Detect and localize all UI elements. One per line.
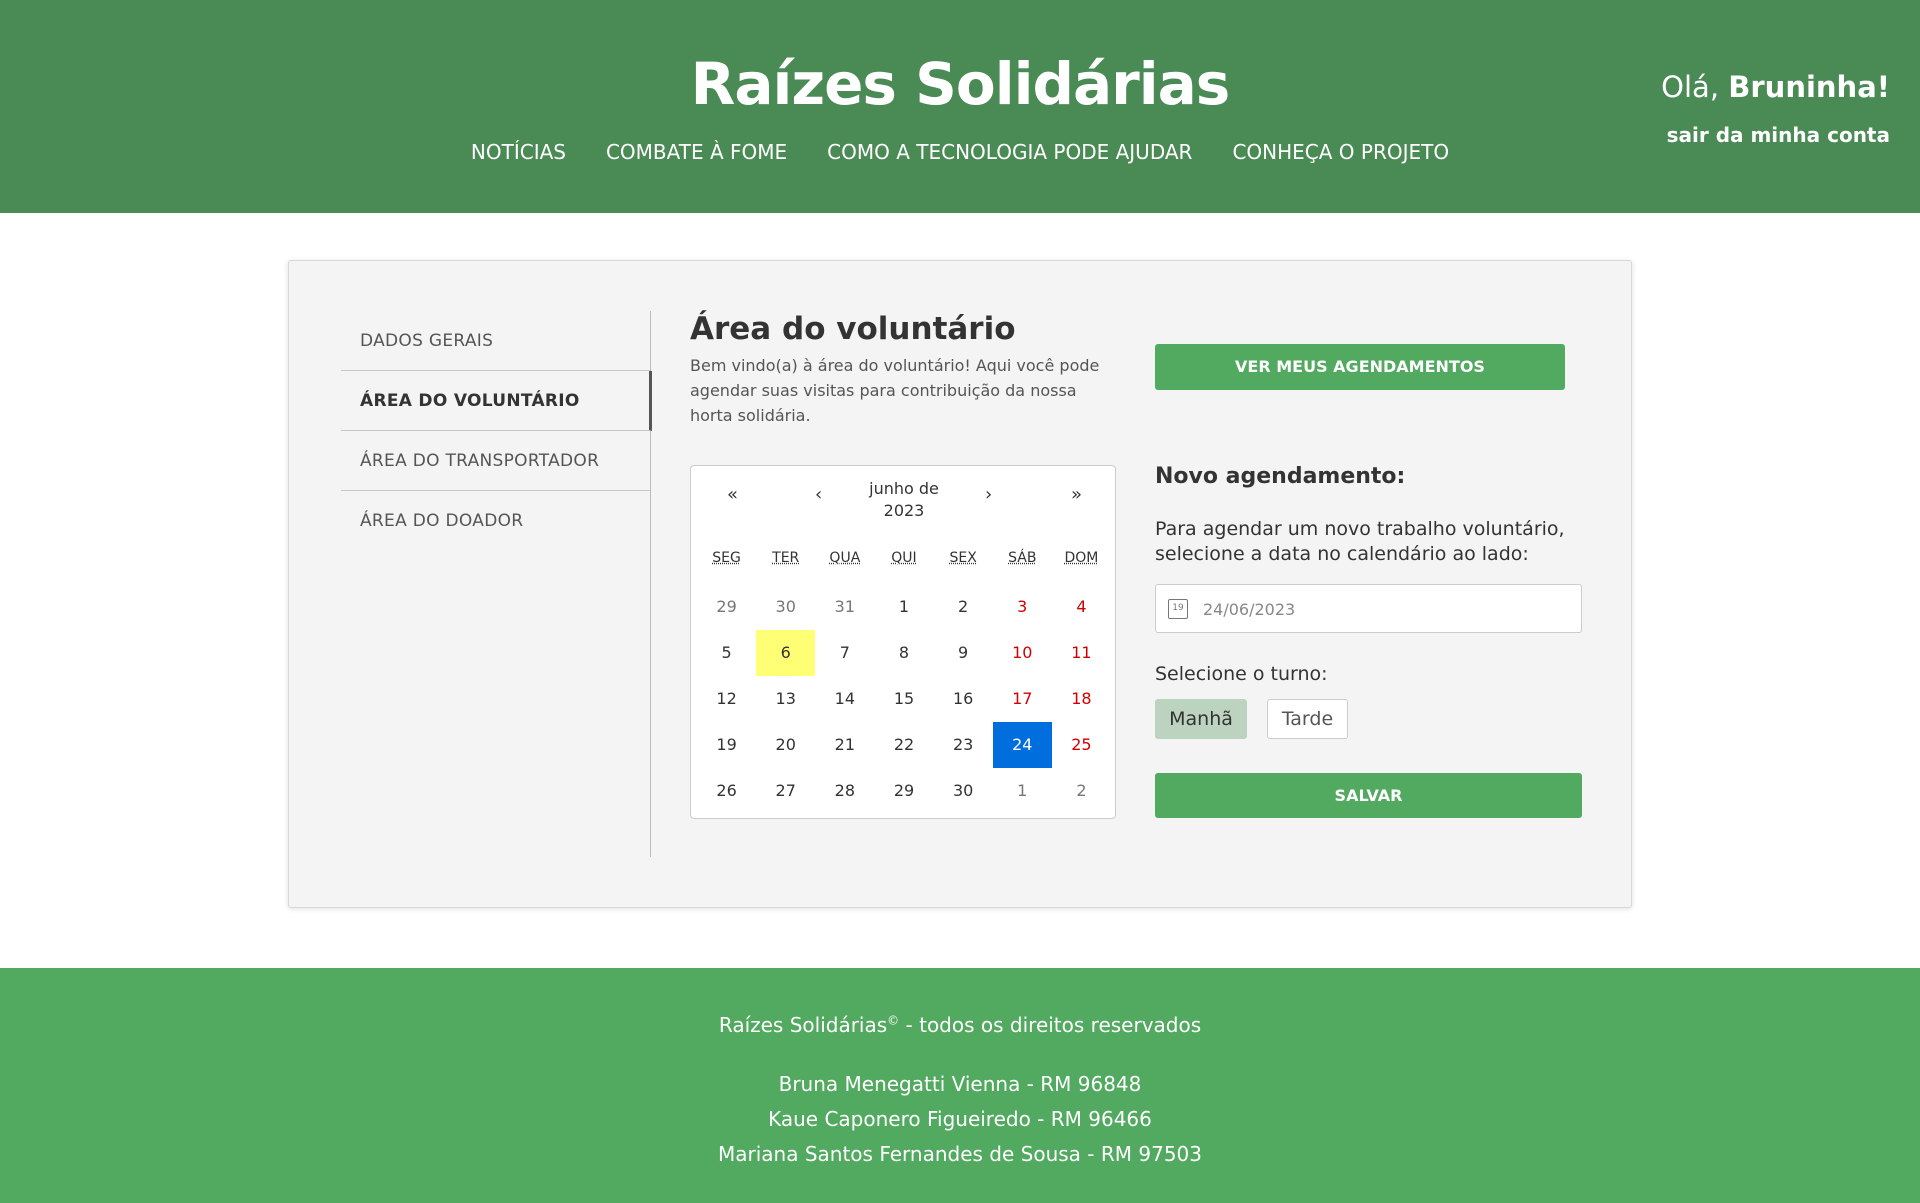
next-month-button[interactable]: › <box>985 484 992 505</box>
copyright-text: - todos os direitos reservados <box>899 1013 1202 1037</box>
calendar-day[interactable]: 12 <box>697 676 756 722</box>
calendar-week: 5 6 7 8 9 10 11 <box>697 630 1111 676</box>
weekday-label: QUA <box>829 550 861 566</box>
calendar-day[interactable]: 3 <box>993 584 1052 630</box>
nav-combate-fome[interactable]: COMBATE À FOME <box>606 140 787 164</box>
weekday-label: SEX <box>949 550 977 566</box>
calendar-day[interactable]: 19 <box>697 722 756 768</box>
calendar-day-today[interactable]: 6 <box>756 630 816 676</box>
calendar-day[interactable]: 29 <box>874 768 933 814</box>
save-button[interactable]: SALVAR <box>1155 773 1582 818</box>
calendar-day[interactable]: 13 <box>756 676 815 722</box>
greeting-prefix: Olá, <box>1661 70 1729 104</box>
weekday-label: SÁB <box>1008 550 1037 566</box>
volunteer-card: DADOS GERAIS ÁREA DO VOLUNTÁRIO ÁREA DO … <box>288 260 1632 908</box>
sidebar-item-transportador[interactable]: ÁREA DO TRANSPORTADOR <box>341 431 650 491</box>
prev-year-button[interactable]: « <box>727 484 738 505</box>
calendar-day[interactable]: 2 <box>1052 768 1111 814</box>
authors-list: Bruna Menegatti Vienna - RM 96848 Kaue C… <box>0 1067 1920 1172</box>
main-nav: NOTÍCIAS COMBATE À FOME COMO A TECNOLOGI… <box>0 140 1920 164</box>
date-field[interactable]: 19 24/06/2023 <box>1155 584 1582 633</box>
copyright-name: Raízes Solidárias <box>718 1013 888 1037</box>
calendar-day[interactable]: 27 <box>756 768 815 814</box>
author-line: Mariana Santos Fernandes de Sousa - RM 9… <box>718 1142 1202 1166</box>
calendar-day[interactable]: 4 <box>1052 584 1111 630</box>
sidebar-item-dados-gerais[interactable]: DADOS GERAIS <box>341 311 650 371</box>
calendar-week: 12 13 14 15 16 17 18 <box>697 676 1111 722</box>
calendar-day[interactable]: 16 <box>934 676 993 722</box>
weekday-label: DOM <box>1064 550 1099 566</box>
calendar-day[interactable]: 21 <box>815 722 874 768</box>
calendar-day[interactable]: 29 <box>697 584 756 630</box>
calendar-day[interactable]: 23 <box>934 722 993 768</box>
shift-morning-button[interactable]: Manhã <box>1155 699 1247 739</box>
date-value: 24/06/2023 <box>1203 600 1296 619</box>
calendar-day[interactable]: 18 <box>1052 676 1111 722</box>
shift-afternoon-button[interactable]: Tarde <box>1267 699 1348 739</box>
author-line: Kaue Caponero Figueiredo - RM 96466 <box>768 1107 1152 1131</box>
site-header: Raízes Solidárias NOTÍCIAS COMBATE À FOM… <box>0 0 1920 213</box>
weekday-label: SEG <box>712 550 741 566</box>
calendar-weekdays: SEG TER QUA QUI SEX SÁB DOM <box>691 550 1117 566</box>
site-title[interactable]: Raízes Solidárias <box>0 50 1920 118</box>
calendar-day[interactable]: 1 <box>874 584 933 630</box>
calendar-month-label[interactable]: junho de 2023 <box>854 478 954 522</box>
calendar-day[interactable]: 17 <box>993 676 1052 722</box>
prev-month-button[interactable]: ‹ <box>815 484 822 505</box>
calendar-day[interactable]: 2 <box>934 584 993 630</box>
site-footer: Raízes Solidárias© - todos os direitos r… <box>0 968 1920 1203</box>
calendar-day[interactable]: 20 <box>756 722 815 768</box>
calendar: « ‹ junho de 2023 › » SEG TER QUA QUI SE… <box>690 465 1116 819</box>
calendar-day[interactable]: 30 <box>756 584 815 630</box>
view-appointments-button[interactable]: VER MEUS AGENDAMENTOS <box>1155 344 1565 390</box>
calendar-day[interactable]: 26 <box>697 768 756 814</box>
calendar-day[interactable]: 22 <box>874 722 933 768</box>
intro-text: Bem vindo(a) à área do voluntário! Aqui … <box>690 356 1100 425</box>
copyright-symbol: © <box>887 1013 900 1028</box>
shift-label: Selecione o turno: <box>1155 663 1328 685</box>
calendar-day[interactable]: 1 <box>993 768 1052 814</box>
calendar-day[interactable]: 30 <box>934 768 993 814</box>
sidebar-item-voluntario[interactable]: ÁREA DO VOLUNTÁRIO <box>341 371 652 431</box>
copyright: Raízes Solidárias© - todos os direitos r… <box>0 1013 1920 1037</box>
new-appointment-heading: Novo agendamento: <box>1155 464 1406 489</box>
calendar-day[interactable]: 14 <box>815 676 874 722</box>
calendar-day[interactable]: 10 <box>993 630 1052 676</box>
calendar-day[interactable]: 31 <box>815 584 874 630</box>
calendar-week: 26 27 28 29 30 1 2 <box>697 768 1111 814</box>
calendar-day[interactable]: 15 <box>874 676 933 722</box>
logout-link[interactable]: sair da minha conta <box>1667 123 1890 147</box>
user-greeting: Olá, Bruninha! <box>1661 70 1890 104</box>
calendar-grid: 29 30 31 1 2 3 4 5 6 7 8 9 10 11 12 13 1… <box>691 584 1117 814</box>
next-year-button[interactable]: » <box>1071 484 1082 505</box>
calendar-day[interactable]: 7 <box>815 630 874 676</box>
sidebar: DADOS GERAIS ÁREA DO VOLUNTÁRIO ÁREA DO … <box>341 311 652 857</box>
calendar-day[interactable]: 9 <box>934 630 993 676</box>
appointment-instructions: Para agendar um novo trabalho voluntário… <box>1155 518 1565 565</box>
calendar-week: 29 30 31 1 2 3 4 <box>697 584 1111 630</box>
calendar-nav: « ‹ junho de 2023 › » <box>691 474 1117 524</box>
calendar-day-selected[interactable]: 24 <box>992 722 1052 768</box>
calendar-day[interactable]: 25 <box>1052 722 1111 768</box>
calendar-week: 19 20 21 22 23 24 25 <box>697 722 1111 768</box>
calendar-day[interactable]: 8 <box>874 630 933 676</box>
calendar-icon: 19 <box>1168 599 1188 619</box>
nav-tecnologia[interactable]: COMO A TECNOLOGIA PODE AJUDAR <box>827 140 1192 164</box>
page-title: Área do voluntário <box>690 311 1016 347</box>
sidebar-item-doador[interactable]: ÁREA DO DOADOR <box>341 491 650 551</box>
weekday-label: TER <box>772 550 800 566</box>
nav-conheca-projeto[interactable]: CONHEÇA O PROJETO <box>1232 140 1449 164</box>
calendar-day[interactable]: 11 <box>1052 630 1111 676</box>
nav-noticias[interactable]: NOTÍCIAS <box>471 140 566 164</box>
user-name: Bruninha! <box>1728 70 1890 104</box>
calendar-day[interactable]: 28 <box>815 768 874 814</box>
calendar-day[interactable]: 5 <box>697 630 756 676</box>
weekday-label: QUI <box>891 550 917 566</box>
author-line: Bruna Menegatti Vienna - RM 96848 <box>778 1072 1142 1096</box>
